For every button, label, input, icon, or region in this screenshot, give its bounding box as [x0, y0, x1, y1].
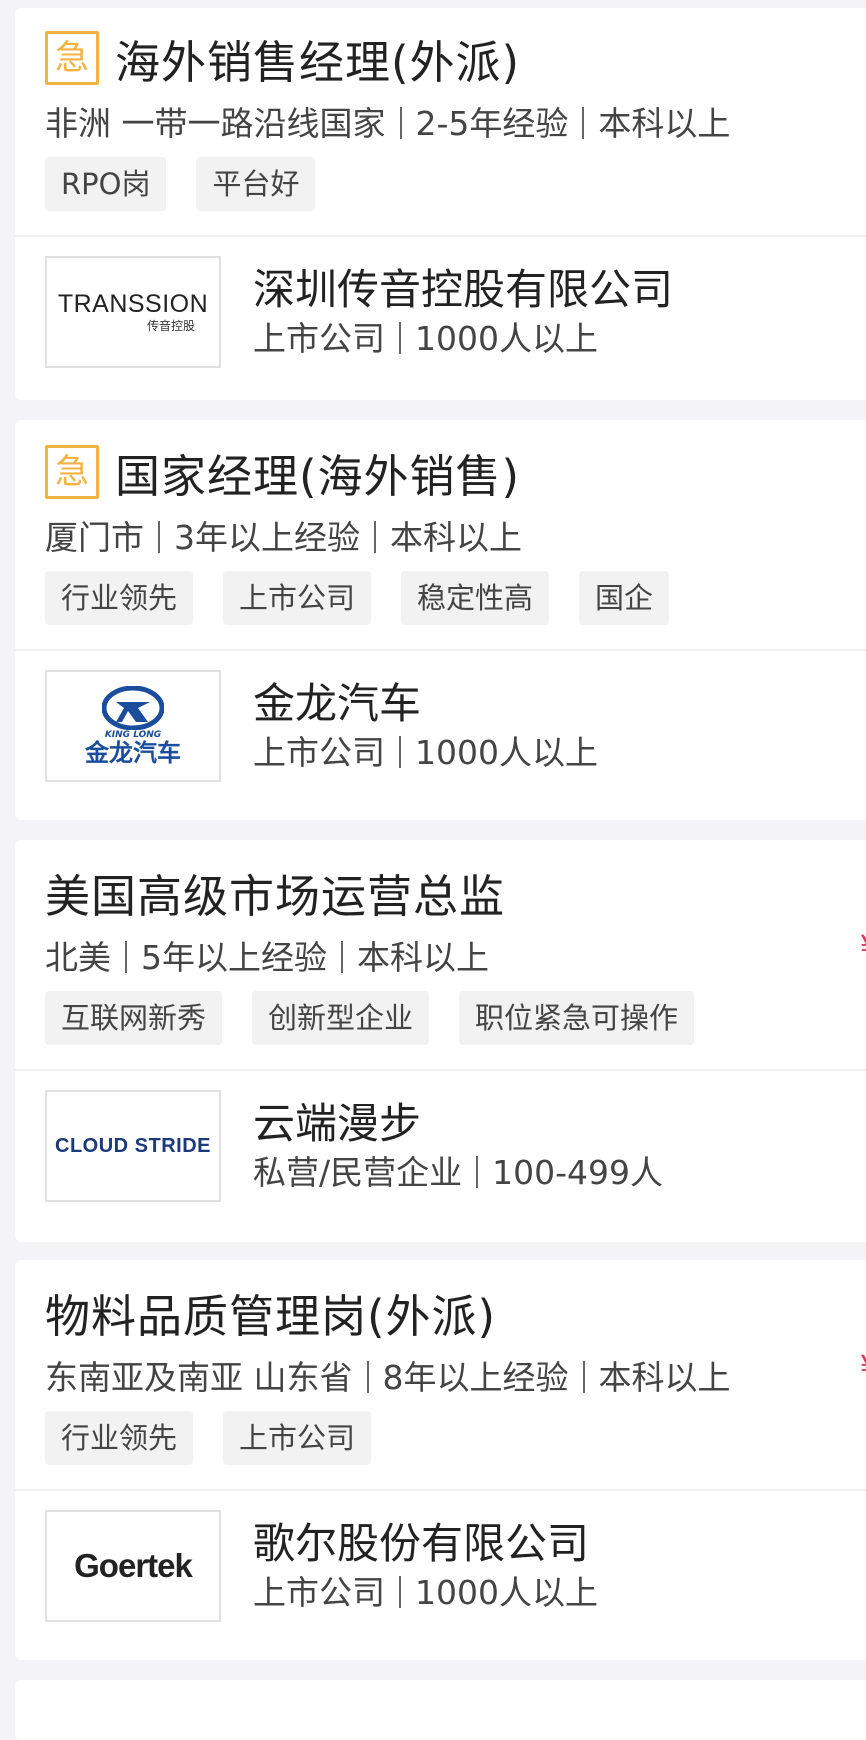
separator [582, 107, 585, 139]
logo-text: Goertek [74, 1547, 193, 1584]
job-experience: 8年以上经验 [382, 1358, 569, 1397]
company-size: 1000人以上 [415, 319, 598, 358]
company-meta: 上市公司 1000人以上 [253, 731, 598, 775]
company-meta: 私营/民营企业 100-499人 [253, 1151, 663, 1195]
salary-text: ¥ [860, 1348, 866, 1386]
urgent-badge: 急 [45, 445, 99, 499]
logo-text: CLOUD STRIDE [55, 1134, 211, 1157]
job-experience: 2-5年经验 [415, 104, 569, 143]
separator [374, 521, 376, 553]
company-info[interactable]: TRANSSION 传音控股 深圳传音控股有限公司 上市公司 1000人以上 [15, 237, 866, 387]
job-info[interactable]: 急 国家经理(海外销售) 厦门市 3年以上经验 本科以上 行业领先 上市公司 稳定性… [15, 420, 866, 649]
job-tag: 稳定性高 [401, 571, 550, 625]
logo-text: TRANSSION [57, 290, 209, 318]
separator [399, 1576, 401, 1608]
job-tag: 职位紧急可操作 [459, 991, 695, 1045]
company-logo: Goertek [45, 1510, 221, 1622]
company-logo: KING LONG 金龙汽车 [45, 670, 221, 782]
job-tag: 上市公司 [223, 1411, 372, 1465]
job-info[interactable]: 物料品质管理岗(外派) 东南亚及南亚 山东省 8年以上经验 本科以上 行业领先 上市… [15, 1260, 866, 1489]
job-experience: 3年以上经验 [174, 518, 360, 557]
company-name[interactable]: 云端漫步 [253, 1097, 663, 1151]
job-education: 本科以上 [598, 1358, 731, 1397]
company-size: 100-499人 [492, 1153, 664, 1192]
job-tags: 行业领先 上市公司 稳定性高 国企 [45, 571, 866, 627]
job-tag: 平台好 [196, 157, 316, 211]
urgent-badge: 急 [45, 31, 99, 85]
job-card[interactable]: 物料品质管理岗(外派) 东南亚及南亚 山东省 8年以上经验 本科以上 行业领先 上市… [15, 1260, 866, 1660]
company-meta: 上市公司 1000人以上 [253, 1571, 598, 1615]
job-education: 本科以上 [390, 518, 522, 557]
job-meta: 厦门市 3年以上经验 本科以上 [45, 512, 866, 564]
job-location: 厦门市 [45, 518, 144, 557]
company-meta: 上市公司 1000人以上 [253, 317, 673, 361]
separator [476, 1156, 479, 1188]
company-size: 1000人以上 [415, 733, 598, 772]
job-tag: 行业领先 [45, 571, 194, 625]
job-education: 本科以上 [598, 104, 731, 143]
job-title[interactable]: 美国高级市场运营总监 [45, 860, 505, 925]
job-tags: RPO岗 平台好 [45, 157, 866, 213]
job-tags: 行业领先 上市公司 [45, 1411, 866, 1467]
separator [399, 322, 401, 354]
job-title[interactable]: 海外销售经理(外派) [115, 26, 520, 91]
logo-text: 金龙汽车 [85, 739, 181, 767]
separator [399, 107, 402, 139]
job-card[interactable]: 急 国家经理(海外销售) 厦门市 3年以上经验 本科以上 行业领先 上市公司 稳定性… [15, 420, 866, 820]
job-card[interactable] [15, 1680, 866, 1740]
job-tag: 互联网新秀 [45, 991, 223, 1045]
job-tag: 上市公司 [223, 571, 372, 625]
job-card[interactable]: 美国高级市场运营总监 北美 5年以上经验 本科以上 互联网新秀 创新型企业 职位紧急… [15, 840, 866, 1242]
separator [399, 736, 401, 768]
job-experience: 5年以上经验 [141, 938, 327, 977]
job-meta: 东南亚及南亚 山东省 8年以上经验 本科以上 [45, 1352, 866, 1404]
company-name[interactable]: 金龙汽车 [253, 677, 598, 731]
company-info[interactable]: CLOUD STRIDE 云端漫步 私营/民营企业 100-499人 [15, 1071, 866, 1221]
job-info[interactable]: 急 海外销售经理(外派) 非洲 一带一路沿线国家 2-5年经验 本科以上 RPO岗 … [15, 8, 866, 235]
separator [158, 521, 160, 553]
company-type: 上市公司 [253, 733, 385, 772]
company-logo: TRANSSION 传音控股 [45, 256, 221, 368]
job-card[interactable]: 急 海外销售经理(外派) 非洲 一带一路沿线国家 2-5年经验 本科以上 RPO岗 … [15, 8, 866, 400]
separator [125, 941, 127, 973]
company-type: 私营/民营企业 [253, 1153, 463, 1192]
job-location: 非洲 一带一路沿线国家 [45, 104, 386, 143]
job-title[interactable]: 物料品质管理岗(外派) [45, 1280, 496, 1345]
company-size: 1000人以上 [415, 1573, 598, 1612]
job-education: 本科以上 [357, 938, 489, 977]
king-long-emblem-icon [102, 686, 164, 730]
company-name[interactable]: 歌尔股份有限公司 [253, 1517, 598, 1571]
logo-subtext: 传音控股 [146, 319, 195, 333]
company-type: 上市公司 [253, 319, 385, 358]
job-tag: 行业领先 [45, 1411, 194, 1465]
job-tag: 国企 [579, 571, 670, 625]
job-tag: RPO岗 [45, 157, 167, 211]
separator [341, 941, 343, 973]
company-info[interactable]: Goertek 歌尔股份有限公司 上市公司 1000人以上 [15, 1491, 866, 1641]
job-location: 东南亚及南亚 山东省 [45, 1358, 353, 1397]
salary-text: ¥ [860, 928, 866, 966]
job-tags: 互联网新秀 创新型企业 职位紧急可操作 [45, 991, 866, 1047]
separator [366, 1361, 369, 1393]
job-info[interactable]: 美国高级市场运营总监 北美 5年以上经验 本科以上 互联网新秀 创新型企业 职位紧急… [15, 840, 866, 1069]
job-tag: 创新型企业 [252, 991, 430, 1045]
company-name[interactable]: 深圳传音控股有限公司 [253, 263, 673, 317]
job-location: 北美 [45, 938, 111, 977]
company-info[interactable]: KING LONG 金龙汽车 金龙汽车 上市公司 1000人以上 [15, 651, 866, 801]
job-meta: 非洲 一带一路沿线国家 2-5年经验 本科以上 [45, 98, 866, 150]
job-meta: 北美 5年以上经验 本科以上 [45, 932, 866, 984]
separator [582, 1361, 585, 1393]
job-title[interactable]: 国家经理(海外销售) [115, 440, 520, 505]
company-logo: CLOUD STRIDE [45, 1090, 221, 1202]
company-type: 上市公司 [253, 1573, 385, 1612]
